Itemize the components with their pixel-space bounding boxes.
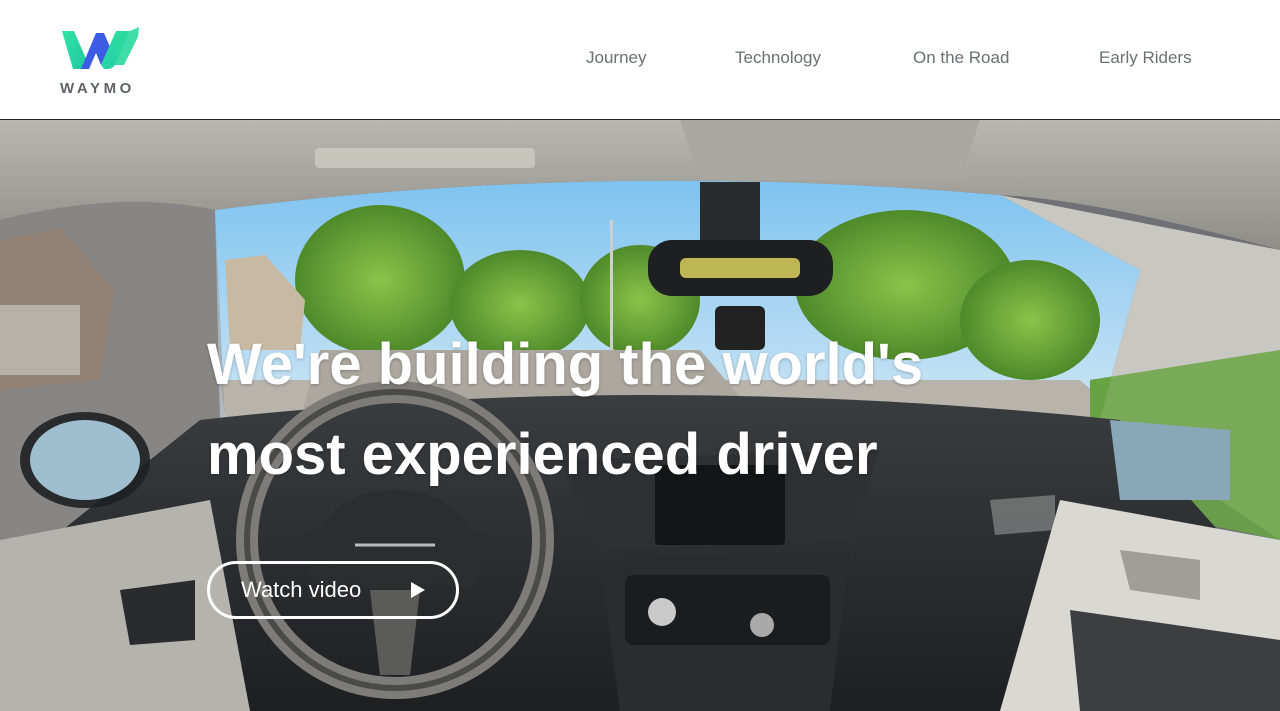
hero-headline-line1: We're building the world's xyxy=(207,332,924,397)
nav-on-the-road[interactable]: On the Road xyxy=(913,48,1009,68)
nav-early-riders[interactable]: Early Riders xyxy=(1099,48,1192,68)
hero-headline: We're building the world's most experien… xyxy=(207,320,1107,500)
watch-video-button[interactable]: Watch video xyxy=(207,561,459,619)
play-icon xyxy=(411,582,425,598)
watch-video-label: Watch video xyxy=(241,577,362,602)
nav-journey[interactable]: Journey xyxy=(586,48,646,68)
nav-technology[interactable]: Technology xyxy=(735,48,821,68)
hero-headline-line2: most experienced driver xyxy=(207,422,878,487)
logo-wordmark: WAYMO xyxy=(60,80,135,97)
hero-banner: We're building the world's most experien… xyxy=(0,120,1280,711)
main-nav: Journey Technology On the Road Early Rid… xyxy=(0,48,1280,72)
site-header: WAYMO Journey Technology On the Road Ear… xyxy=(0,0,1280,120)
